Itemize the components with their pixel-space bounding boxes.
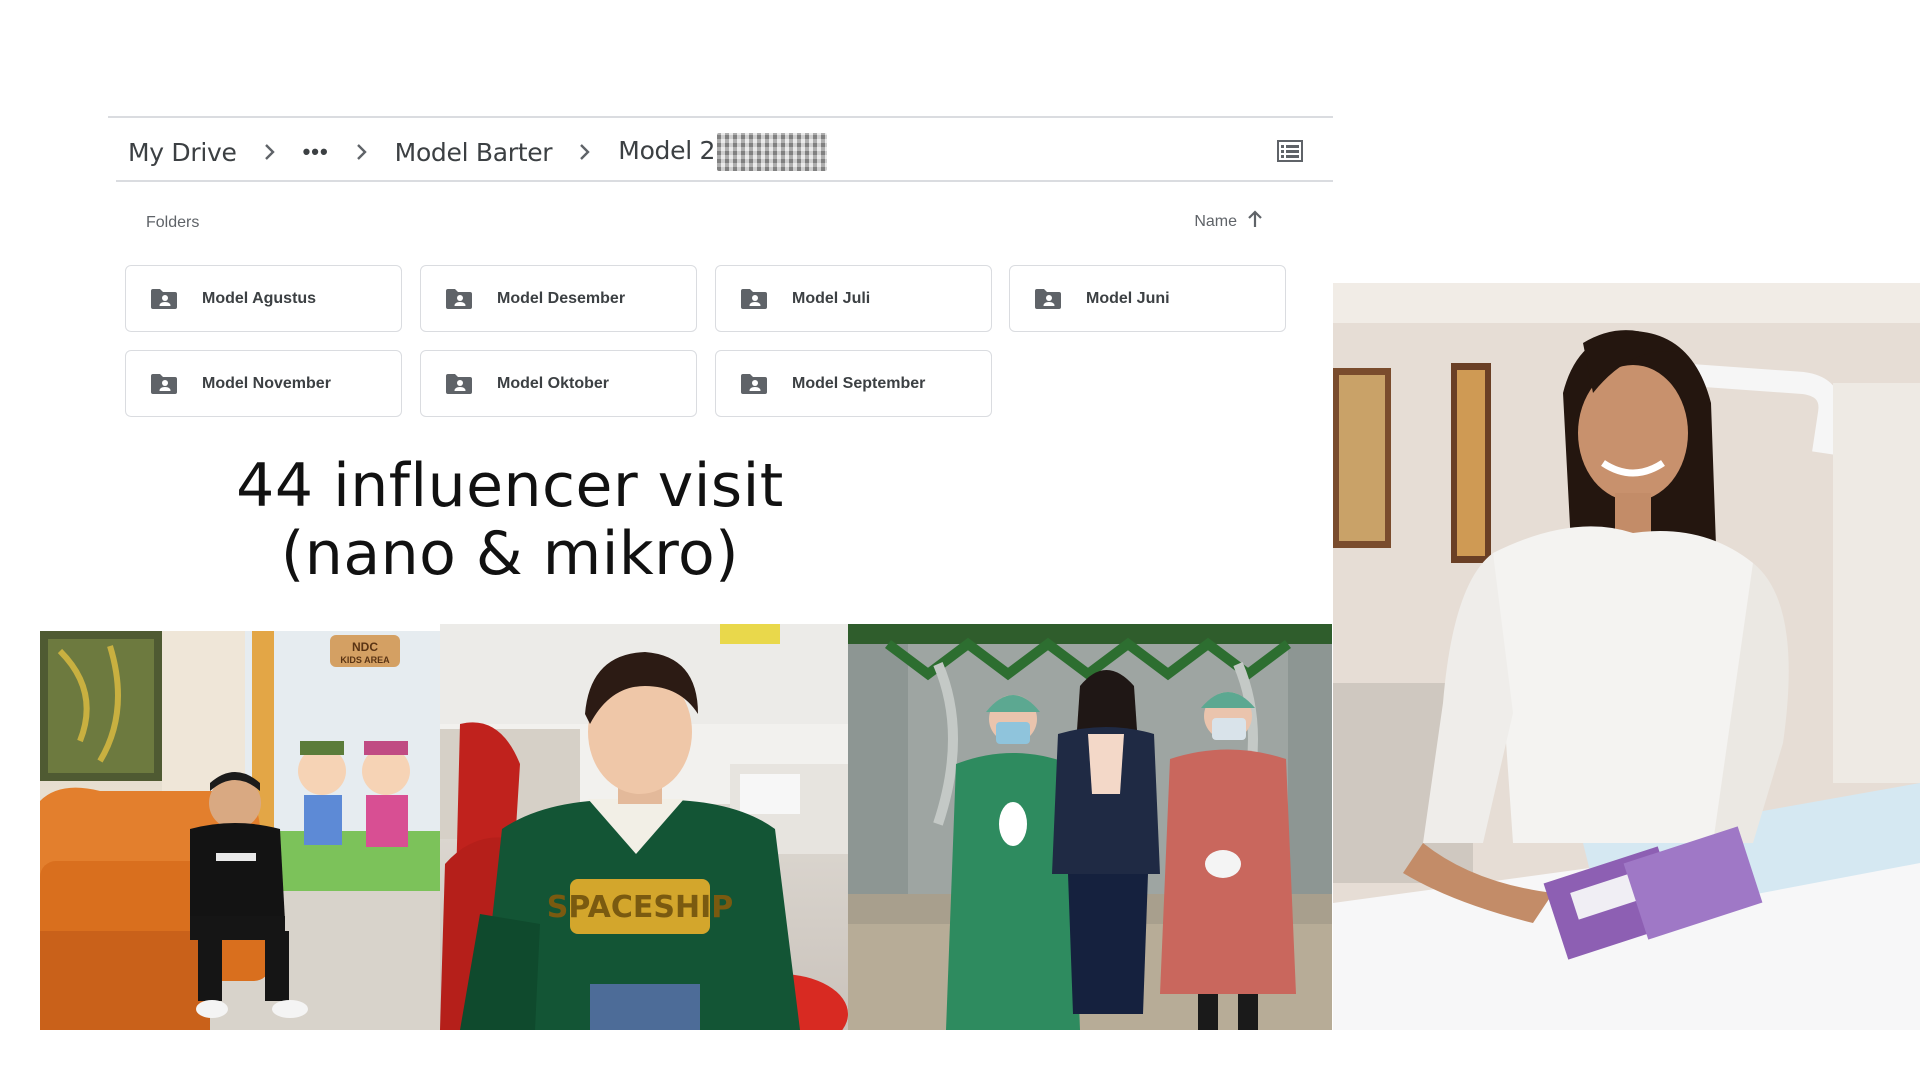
sign-text-bottom: KIDS AREA bbox=[340, 655, 390, 665]
chevron-right-icon bbox=[570, 137, 600, 167]
folder-name: Model September bbox=[792, 374, 926, 392]
folders-section-label: Folders bbox=[146, 214, 200, 231]
folder-name: Model Oktober bbox=[497, 374, 610, 392]
chevron-right-icon bbox=[347, 137, 377, 167]
sort-label: Name bbox=[1194, 212, 1237, 230]
chevron-right-icon bbox=[255, 137, 285, 167]
headline-line-2: (nano & mikro) bbox=[280, 519, 740, 589]
arrow-up-icon bbox=[1247, 210, 1263, 233]
sort-by-name-button[interactable]: Name bbox=[1194, 210, 1263, 233]
shared-folder-icon bbox=[445, 288, 473, 310]
breadcrumb: My Drive ••• Model Barter Model 2 bbox=[108, 126, 1333, 178]
redacted-text bbox=[717, 133, 828, 171]
folder-model-juli[interactable]: Model Juli bbox=[715, 265, 992, 332]
list-view-icon[interactable] bbox=[1277, 140, 1303, 162]
sweater-text: SPACESHIP bbox=[547, 890, 733, 925]
top-divider bbox=[108, 116, 1333, 118]
folder-name: Model Juli bbox=[792, 289, 871, 307]
folder-name: Model Desember bbox=[497, 289, 626, 307]
folder-model-agustus[interactable]: Model Agustus bbox=[125, 265, 402, 332]
photo-influencer-with-staff bbox=[848, 624, 1332, 1030]
folder-model-juni[interactable]: Model Juni bbox=[1009, 265, 1286, 332]
photo-influencer-kids-area: NDC KIDS AREA bbox=[40, 631, 440, 1030]
folder-name: Model November bbox=[202, 374, 331, 392]
drive-panel: My Drive ••• Model Barter Model 2 Folder… bbox=[108, 116, 1333, 446]
shared-folder-icon bbox=[740, 288, 768, 310]
folder-model-oktober[interactable]: Model Oktober bbox=[420, 350, 697, 417]
breadcrumb-divider bbox=[116, 180, 1333, 182]
influencer-headline: 44 influencer visit (nano & mikro) bbox=[210, 452, 810, 588]
photo-influencer-green-sweater: SPACESHIP bbox=[440, 624, 848, 1030]
breadcrumb-my-drive[interactable]: My Drive bbox=[128, 138, 237, 167]
folder-name: Model Juni bbox=[1086, 289, 1170, 307]
shared-folder-icon bbox=[150, 288, 178, 310]
photo-influencer-white-shirt bbox=[1333, 283, 1920, 1030]
folder-name: Model Agustus bbox=[202, 289, 317, 307]
shared-folder-icon bbox=[150, 373, 178, 395]
shared-folder-icon bbox=[445, 373, 473, 395]
headline-line-1: 44 influencer visit bbox=[236, 451, 784, 521]
breadcrumb-model-barter[interactable]: Model Barter bbox=[395, 138, 553, 167]
shared-folder-icon bbox=[740, 373, 768, 395]
folder-model-desember[interactable]: Model Desember bbox=[420, 265, 697, 332]
shared-folder-icon bbox=[1034, 288, 1062, 310]
folder-model-november[interactable]: Model November bbox=[125, 350, 402, 417]
sign-text-top: NDC bbox=[352, 640, 378, 654]
breadcrumb-more-button[interactable]: ••• bbox=[303, 139, 329, 165]
breadcrumb-current-folder[interactable]: Model 2 bbox=[618, 133, 828, 171]
folder-model-september[interactable]: Model September bbox=[715, 350, 992, 417]
breadcrumb-current-label: Model 2 bbox=[618, 136, 716, 165]
